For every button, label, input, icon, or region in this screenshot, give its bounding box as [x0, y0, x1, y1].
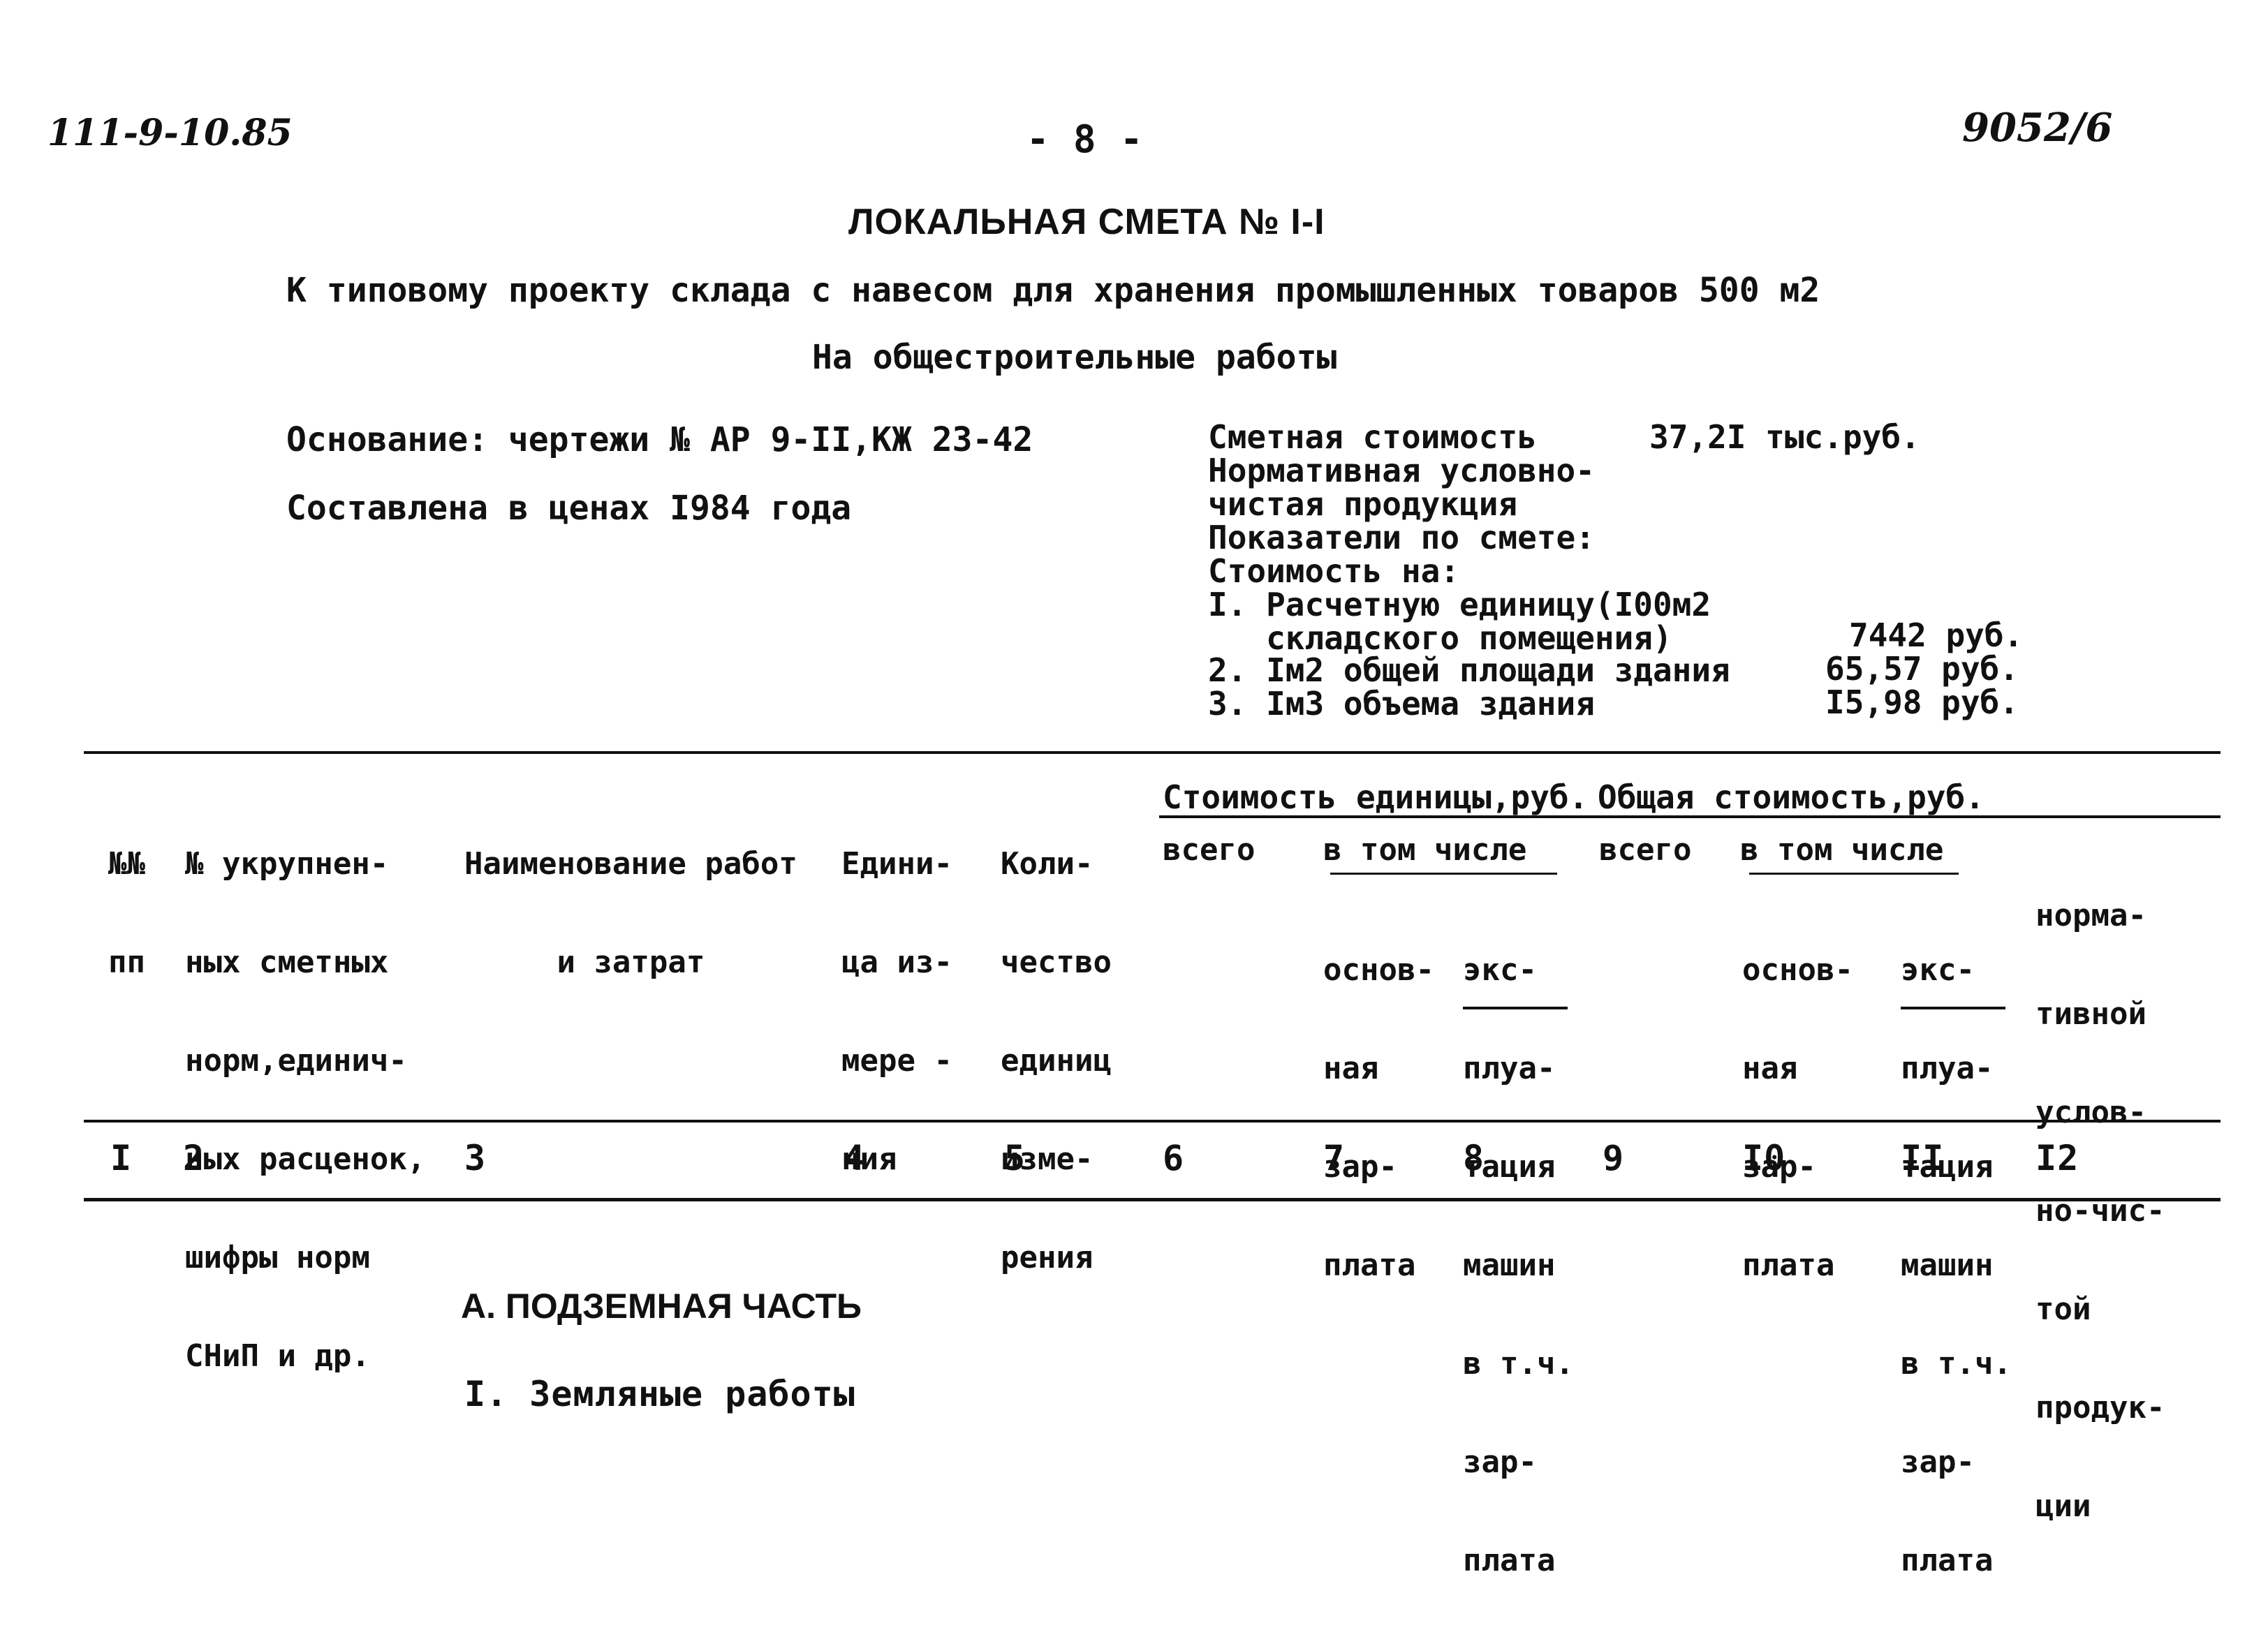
- estimate-scope: На общестроительные работы: [812, 338, 1337, 377]
- column-number: 7: [1323, 1138, 1346, 1178]
- column-number: 9: [1603, 1138, 1625, 1178]
- column-number: I: [110, 1138, 133, 1178]
- estimate-title: ЛОКАЛЬНАЯ СМЕТА № I-I: [848, 202, 1325, 242]
- basis-prices-year: Составлена в ценах I984 года: [286, 489, 852, 528]
- indicator-1-label-cont: складского помещения): [1208, 619, 1672, 657]
- column-number: I0: [1742, 1138, 1786, 1178]
- total-including-rule: [1749, 873, 1959, 875]
- column-number: I2: [2035, 1138, 2079, 1178]
- estimated-cost-value: 37,2I тыс.руб.: [1649, 418, 1920, 456]
- indicator-1-label: I. Расчетную единицу(I00м2: [1208, 586, 1711, 623]
- column-number: 2: [183, 1138, 205, 1178]
- col-3-header: Наименование работ и затрат: [464, 846, 797, 980]
- total-including-header: в том числе: [1740, 832, 1944, 868]
- document-code-right: 9052/6: [1962, 105, 2113, 151]
- column-number: 8: [1463, 1138, 1485, 1178]
- unit-base-salary-header: основ- ная зар- плата: [1323, 952, 1434, 1283]
- indicator-2-label: 2. Iм2 общей площади здания: [1208, 651, 1730, 689]
- indicator-2-value: 65,57 руб.: [1825, 650, 2019, 688]
- subsection-heading: I. Земляные работы: [464, 1374, 855, 1414]
- normative-product-header: норма- тивной услов- но-чис- той продук-…: [2035, 898, 2165, 1524]
- normative-label-1: Нормативная условно-: [1208, 452, 1595, 489]
- unit-including-rule: [1330, 873, 1557, 875]
- grand-total-header: всего: [1599, 832, 1692, 868]
- indicator-3-label: 3. Iм3 объема здания: [1208, 685, 1595, 723]
- basis-drawings: Основание: чертежи № АР 9-II,КЖ 23-42: [286, 420, 1033, 459]
- col-1-header: №№ пп: [108, 846, 145, 980]
- total-base-salary-header: основ- ная зар- плата: [1742, 952, 1853, 1283]
- col-2-header: № укрупнен- ных сметных норм,единич- ных…: [185, 846, 426, 1374]
- table-top-rule: [84, 751, 2221, 754]
- column-number: 6: [1163, 1138, 1185, 1178]
- col-5-header: Коли- чество единиц изме- рения: [1001, 846, 1112, 1275]
- unit-machine-header: экс- плуа- тация машин в т.ч. зар- плата: [1463, 952, 1574, 1578]
- estimated-cost-label: Сметная стоимость: [1208, 418, 1537, 456]
- column-number: II: [1901, 1138, 1945, 1178]
- indicator-1-value: 7442 руб.: [1849, 616, 2024, 654]
- unit-total-header: всего: [1163, 832, 1256, 868]
- indicator-3-value: I5,98 руб.: [1825, 683, 2019, 721]
- unit-cost-group-header: Стоимость единицы,руб.: [1163, 778, 1589, 816]
- normative-label-2: чистая продукция: [1208, 485, 1518, 523]
- total-machine-header: экс- плуа- тация машин в т.ч. зар- плата: [1901, 952, 2012, 1578]
- unit-including-header: в том числе: [1323, 832, 1527, 868]
- section-heading: А. ПОДЗЕМНАЯ ЧАСТЬ: [461, 1287, 862, 1326]
- cost-per-label: Стоимость на:: [1208, 552, 1460, 590]
- total-cost-group-header: Общая стоимость,руб.: [1598, 778, 1984, 816]
- document-code-left: 111-9-10.85: [47, 112, 293, 154]
- column-number: 3: [464, 1138, 487, 1178]
- estimate-subtitle: К типовому проекту склада с навесом для …: [286, 271, 1820, 310]
- column-number: 5: [1004, 1138, 1026, 1178]
- page-number: - 8 -: [1026, 117, 1144, 161]
- column-number: 4: [844, 1138, 866, 1178]
- indicators-label: Показатели по смете:: [1208, 519, 1595, 556]
